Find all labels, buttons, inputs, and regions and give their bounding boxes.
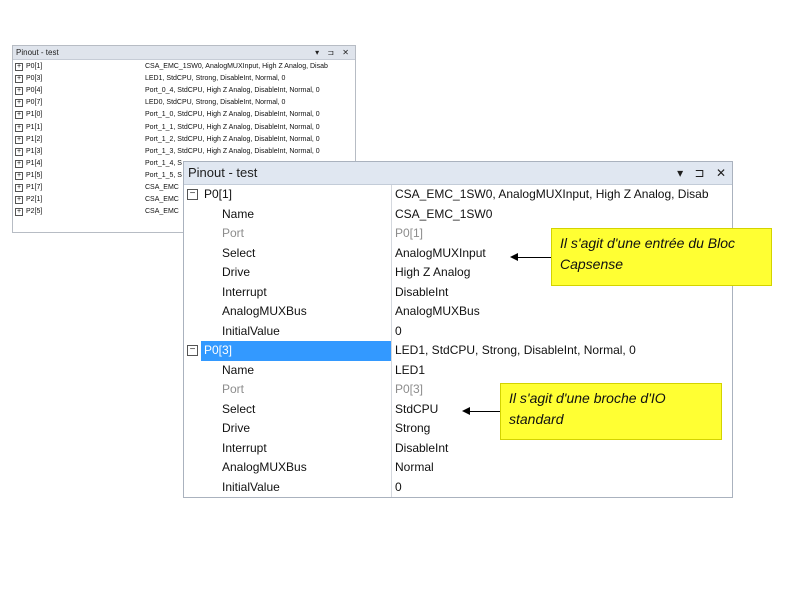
collapse-icon[interactable]: − — [187, 345, 198, 356]
pin-name: P0[7] — [26, 99, 43, 107]
arrow-head — [510, 253, 518, 261]
panel-title-bar: Pinout - test ▾ ⊐ ✕ — [184, 162, 732, 185]
pin-name: P1[3] — [26, 147, 43, 155]
pin-name: P2[1] — [26, 196, 43, 204]
group-row-p0-1[interactable]: − P0[1] CSA_EMC_1SW0, AnalogMUXInput, Hi… — [184, 185, 732, 205]
property-row[interactable]: AnalogMUXBus Normal — [184, 458, 732, 478]
property-row[interactable]: Name LED1 — [184, 361, 732, 381]
expand-icon[interactable]: + — [15, 208, 23, 217]
group-name: P0[1] — [204, 187, 233, 201]
pin-value: Port_1_3, StdCPU, High Z Analog, Disable… — [145, 147, 320, 155]
pin-name: P1[4] — [26, 159, 43, 167]
pin-row[interactable]: + P0[1] CSA_EMC_1SW0, AnalogMUXInput, High… — [13, 61, 355, 73]
property-value[interactable]: 0 — [395, 478, 730, 498]
property-name: Interrupt — [222, 284, 267, 299]
property-name: Port — [222, 382, 245, 396]
property-row[interactable]: InitialValue 0 — [184, 322, 732, 342]
group-value: CSA_EMC_1SW0, AnalogMUXInput, High Z Ana… — [395, 187, 709, 201]
pin-name: P1[7] — [26, 184, 43, 191]
pin-row[interactable]: + P1[1] Port_1_1, StdCPU, High Z Analog, D… — [13, 122, 355, 134]
property-name: Name — [222, 362, 255, 377]
pinout-panel: Pinout - test ▾ ⊐ ✕ − P0[1] CSA_EMC_1SW0… — [183, 161, 733, 498]
arrow-line — [466, 411, 500, 412]
property-name: Drive — [222, 421, 251, 435]
pin-row[interactable]: + P1[0] Port_1_0, StdCPU, High Z Analog, D… — [13, 109, 355, 121]
property-name: AnalogMUXBus — [222, 460, 307, 474]
pin-value: Port_0_4, StdCPU, High Z Analog, Disable… — [145, 87, 320, 95]
pin-name: P1[0] — [26, 111, 43, 119]
expand-icon[interactable]: + — [15, 63, 23, 71]
property-row[interactable]: Interrupt DisableInt — [184, 439, 732, 459]
property-value[interactable]: Normal — [395, 458, 730, 478]
pin-row[interactable]: + P0[3] LED1, StdCPU, Strong, DisableInt, … — [13, 73, 355, 85]
pin-value: Port_1_0, StdCPU, High Z Analog, Disable… — [145, 111, 320, 119]
expand-icon[interactable]: + — [15, 159, 23, 168]
property-name: InitialValue — [222, 479, 280, 494]
property-value[interactable]: 0 — [395, 322, 730, 342]
panel-controls[interactable]: ▾ ⊐ ✕ — [315, 46, 352, 59]
pin-name: P0[1] — [26, 63, 43, 70]
expand-icon[interactable]: + — [15, 184, 23, 192]
expand-icon[interactable]: + — [15, 123, 23, 132]
pin-value: Port_1_2, StdCPU, High Z Analog, Disable… — [145, 135, 320, 143]
callout-capsense: Il s'agit d'une entrée du Bloc Capsense — [551, 228, 772, 286]
pin-name: P1[5] — [26, 171, 43, 179]
panel-title: Pinout - test — [16, 48, 59, 57]
close-icon[interactable]: ✕ — [716, 166, 726, 180]
property-value[interactable]: LED1 — [395, 361, 730, 381]
property-name: AnalogMUXBus — [222, 304, 307, 318]
property-name: InitialValue — [222, 323, 280, 338]
property-name: Select — [222, 245, 256, 260]
property-name: Interrupt — [222, 440, 267, 455]
expand-icon[interactable]: + — [15, 147, 23, 156]
pin-row[interactable]: + P0[4] Port_0_4, StdCPU, High Z Analog, D… — [13, 85, 355, 97]
panel-title: Pinout - test — [188, 165, 258, 180]
group-name: P0[3] — [204, 343, 233, 357]
property-name: Port — [222, 226, 245, 240]
pin-value: Port_1_1, StdCPU, High Z Analog, Disable… — [145, 123, 320, 131]
pin-value: LED0, StdCPU, Strong, DisableInt, Normal… — [145, 99, 286, 107]
expand-icon[interactable]: + — [15, 75, 23, 84]
pin-name: P0[4] — [26, 87, 43, 95]
pin-icon[interactable]: ⊐ — [695, 166, 705, 180]
expand-icon[interactable]: + — [15, 111, 23, 120]
pin-name: P2[5] — [26, 208, 43, 216]
pin-row[interactable]: + P0[7] LED0, StdCPU, Strong, DisableInt, … — [13, 97, 355, 109]
arrow-line — [514, 257, 551, 258]
pin-name: P1[2] — [26, 135, 43, 143]
pin-value: LED1, StdCPU, Strong, DisableInt, Normal… — [145, 75, 286, 83]
callout-io: Il s'agit d'une broche d'IO standard — [500, 383, 722, 440]
property-name: Name — [222, 206, 255, 221]
pin-row[interactable]: + P1[3] Port_1_3, StdCPU, High Z Analog, D… — [13, 146, 355, 158]
expand-icon[interactable]: + — [15, 87, 23, 96]
property-row[interactable]: Name CSA_EMC_1SW0 — [184, 205, 732, 225]
expand-icon[interactable]: + — [15, 135, 23, 144]
pin-row[interactable]: + P1[2] Port_1_2, StdCPU, High Z Analog, D… — [13, 134, 355, 146]
expand-icon[interactable]: + — [15, 196, 23, 205]
property-value[interactable]: DisableInt — [395, 439, 730, 459]
pin-value: CSA_EMC_1SW0, AnalogMUXInput, High Z Ana… — [145, 63, 328, 70]
expand-icon[interactable]: + — [15, 99, 23, 108]
panel-title-bar: Pinout - test ▾ ⊐ ✕ — [13, 46, 355, 60]
group-value: LED1, StdCPU, Strong, DisableInt, Normal… — [395, 343, 636, 357]
collapse-icon[interactable]: − — [187, 189, 198, 200]
pin-name: P1[1] — [26, 123, 43, 131]
property-value[interactable]: AnalogMUXBus — [395, 302, 730, 322]
pin-name: P0[3] — [26, 75, 43, 83]
expand-icon[interactable]: + — [15, 171, 23, 180]
property-name: Drive — [222, 265, 251, 279]
property-row[interactable]: AnalogMUXBus AnalogMUXBus — [184, 302, 732, 322]
group-row-p0-3[interactable]: − P0[3] LED1, StdCPU, Strong, DisableInt… — [184, 341, 732, 361]
property-row[interactable]: InitialValue 0 — [184, 478, 732, 498]
dropdown-icon[interactable]: ▾ — [677, 166, 683, 180]
property-name: Select — [222, 401, 256, 416]
property-value[interactable]: CSA_EMC_1SW0 — [395, 205, 730, 225]
arrow-head — [462, 407, 470, 415]
